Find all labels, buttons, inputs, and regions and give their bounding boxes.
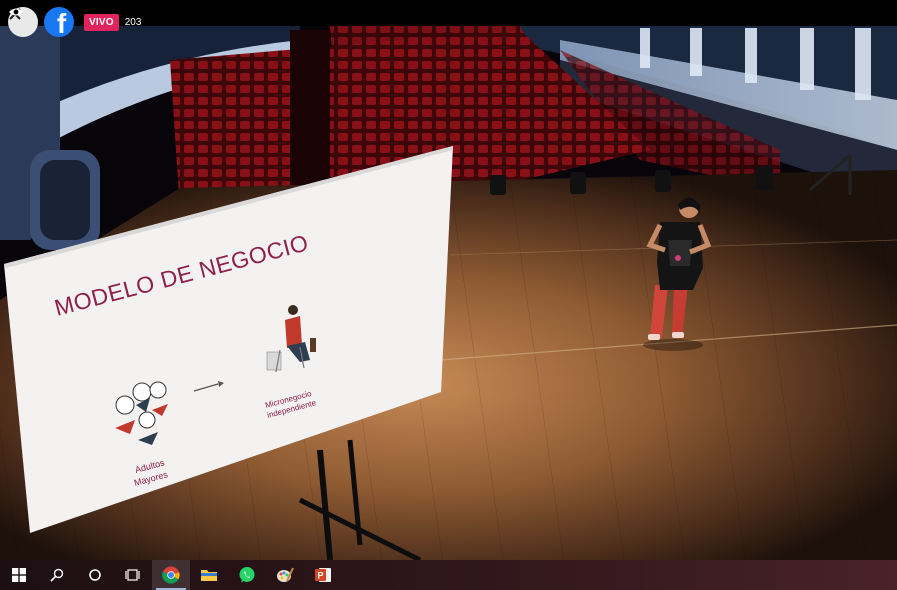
search-button[interactable]: [38, 560, 76, 590]
live-video[interactable]: MODELO DE NEGOCIO Adultos Mayores Micron…: [0, 0, 897, 560]
facebook-icon: f: [56, 8, 67, 38]
taskbar-file-explorer[interactable]: [190, 560, 228, 590]
whatsapp-icon: [239, 567, 255, 583]
folder-icon: [201, 570, 217, 581]
start-button[interactable]: [0, 560, 38, 590]
powerpoint-icon: P: [315, 568, 331, 582]
eye-icon: [9, 8, 23, 16]
taskbar-whatsapp[interactable]: [228, 560, 266, 590]
svg-text:P: P: [318, 571, 324, 581]
windows-icon: [12, 568, 26, 582]
paint-icon: [277, 567, 294, 582]
task-view-icon: [125, 569, 140, 581]
windows-taskbar: P: [0, 560, 897, 590]
facebook-button[interactable]: f: [44, 7, 74, 37]
taskbar-paint[interactable]: [266, 560, 304, 590]
viewer-count: 203: [9, 8, 142, 28]
search-icon: [50, 568, 64, 582]
theater-scene: MODELO DE NEGOCIO Adultos Mayores Micron…: [0, 0, 897, 560]
cortana-button[interactable]: [76, 560, 114, 590]
chrome-icon: [162, 566, 180, 584]
viewer-count-value: 203: [124, 16, 142, 28]
taskbar-powerpoint[interactable]: P: [304, 560, 342, 590]
task-view-button[interactable]: [114, 560, 152, 590]
stream-overlay: f VIVO 203: [8, 7, 141, 37]
cortana-circle-icon: [89, 569, 101, 581]
taskbar-chrome[interactable]: [152, 560, 190, 590]
live-badge: VIVO: [84, 13, 119, 31]
